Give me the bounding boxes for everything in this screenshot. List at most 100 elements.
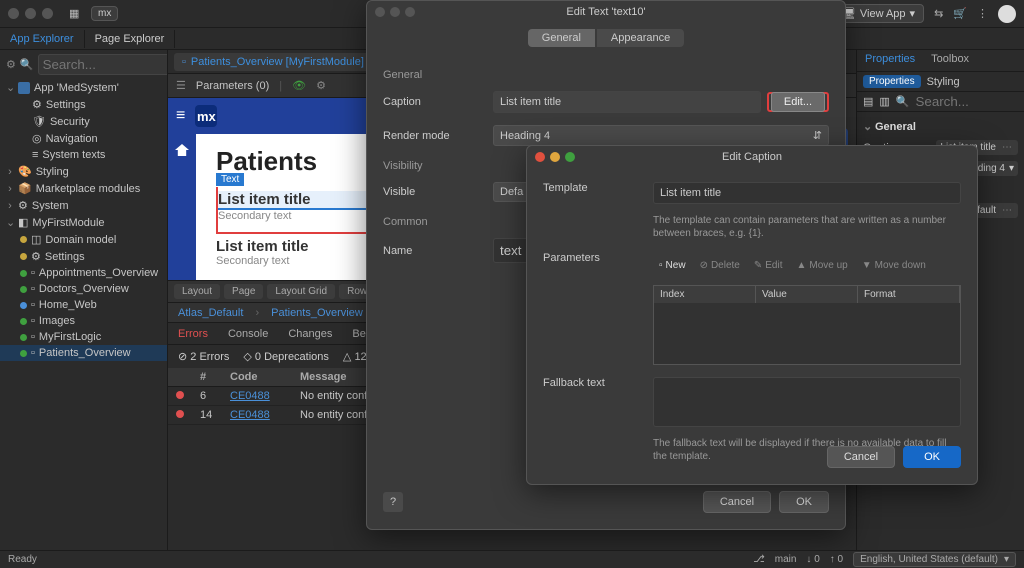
tree-systexts[interactable]: ≡System texts	[0, 147, 167, 163]
tree-marketplace[interactable]: ›📦Marketplace modules	[0, 180, 167, 197]
search-icon: 🔍	[896, 95, 910, 108]
chevron-down-icon: ▾	[1004, 554, 1009, 565]
help-button[interactable]: ?	[383, 492, 403, 512]
fallback-input[interactable]	[653, 377, 961, 427]
tree-settings[interactable]: ⚙Settings	[0, 96, 167, 113]
label-render: Render mode	[383, 130, 493, 142]
package-icon: 📦	[18, 182, 32, 195]
tree-appointments[interactable]: ▫Appointments_Overview	[0, 265, 167, 281]
more-icon[interactable]: ⋮	[977, 7, 988, 20]
link-atlas[interactable]: Atlas_Default	[178, 307, 243, 319]
label-parameters: Parameters	[543, 252, 653, 264]
render-mode-select[interactable]: Heading 4⇵	[493, 125, 829, 146]
cart-icon[interactable]: 🛒	[953, 7, 967, 20]
down-count: ↓ 0	[806, 554, 819, 565]
window-traffic[interactable]	[8, 8, 53, 19]
palette-icon: 🎨	[18, 165, 32, 178]
template-help: The template can contain parameters that…	[653, 214, 961, 240]
tree-domain[interactable]: ◫Domain model	[0, 231, 167, 248]
tab-app-explorer[interactable]: App Explorer	[0, 30, 85, 48]
subtab-properties[interactable]: Properties	[863, 75, 921, 88]
tree-root[interactable]: ⌄App 'MedSystem'	[0, 79, 167, 96]
link-icon[interactable]: ⇆	[934, 7, 943, 20]
ok-button[interactable]: OK	[779, 491, 829, 513]
page-icon: ▫	[31, 267, 35, 279]
params-table[interactable]: IndexValueFormat	[653, 285, 961, 365]
params-icon: ☰	[176, 79, 186, 92]
tree-logic[interactable]: ▫MyFirstLogic	[0, 329, 167, 345]
errors-count[interactable]: ⊘ 2 Errors	[178, 350, 229, 363]
tab-appearance[interactable]: Appearance	[597, 29, 684, 47]
tree-patients[interactable]: ▫Patients_Overview	[0, 345, 167, 361]
tree-mymodule[interactable]: ⌄◧MyFirstModule	[0, 214, 167, 231]
collapse-icon[interactable]: ▥	[879, 95, 889, 108]
expand-icon[interactable]: ▤	[863, 95, 873, 108]
explorer-panel: ⚙ 🔍 ⌄App 'MedSystem' ⚙Settings 🛡Security…	[0, 50, 168, 550]
param-edit[interactable]: ✎ Edit	[748, 258, 789, 273]
bc-layout[interactable]: Layout	[174, 284, 220, 299]
tree-security[interactable]: 🛡Security	[0, 113, 167, 130]
tab-errors[interactable]: Errors	[168, 325, 218, 343]
deprecations-count[interactable]: ◇ 0 Deprecations	[243, 350, 329, 363]
param-new[interactable]: ▫ New	[653, 258, 692, 273]
tab-changes[interactable]: Changes	[278, 325, 342, 343]
text-icon: ≡	[32, 149, 38, 161]
tree-navigation[interactable]: ◎Navigation	[0, 130, 167, 147]
bc-grid[interactable]: Layout Grid	[267, 284, 335, 299]
param-down[interactable]: ▼ Move down	[856, 258, 932, 273]
module-icon: ◧	[18, 216, 28, 229]
avatar[interactable]	[998, 5, 1016, 23]
status-bar: Ready ⎇ main ↓ 0 ↑ 0 English, United Sta…	[0, 550, 1024, 568]
template-input[interactable]: List item title	[653, 182, 961, 204]
subtab-styling[interactable]: Styling	[927, 76, 960, 88]
tab-general[interactable]: General	[528, 29, 595, 47]
search-icon: 🔍	[20, 58, 34, 71]
param-up[interactable]: ▲ Move up	[790, 258, 853, 273]
mx-badge: mx	[91, 6, 118, 21]
page-icon: ▫	[31, 283, 35, 295]
dialog-title: Edit Caption	[722, 151, 782, 163]
parameters-label[interactable]: Parameters (0)	[196, 80, 269, 92]
tab-properties[interactable]: Properties	[857, 50, 923, 71]
logo: mx	[195, 105, 217, 127]
branch-icon: ⎇	[753, 554, 765, 565]
edit-caption-button[interactable]: Edit...	[771, 92, 825, 112]
filter-icon[interactable]: ⚙	[6, 58, 16, 71]
tree-home[interactable]: ▫Home_Web	[0, 297, 167, 313]
page-icon: ▫	[31, 347, 35, 359]
view-app-button[interactable]: 🖥 View App ▾	[833, 4, 924, 23]
eye-icon[interactable]: 👁	[292, 79, 306, 92]
home-icon[interactable]	[175, 144, 189, 156]
branch-name[interactable]: main	[775, 554, 797, 565]
grid-icon[interactable]: ▦	[69, 7, 83, 21]
settings-icon[interactable]: ⚙	[316, 79, 326, 92]
chevron-down-icon: ▾	[1009, 163, 1014, 174]
ok-button[interactable]: OK	[903, 446, 961, 468]
cancel-button[interactable]: Cancel	[703, 491, 771, 513]
label-visible: Visible	[383, 186, 493, 198]
tab-toolbox[interactable]: Toolbox	[923, 50, 977, 71]
caption-display: List item title	[493, 91, 761, 113]
tab-page-explorer[interactable]: Page Explorer	[85, 30, 176, 48]
page-icon: ▫	[182, 56, 186, 68]
label-name: Name	[383, 245, 493, 257]
language-select[interactable]: English, United States (default)▾	[853, 552, 1016, 567]
cancel-button[interactable]: Cancel	[827, 446, 895, 468]
prop-search[interactable]	[916, 94, 1024, 109]
chevron-down-icon: ⇵	[813, 129, 822, 142]
param-delete[interactable]: ⊘ Delete	[694, 258, 746, 273]
tab-console[interactable]: Console	[218, 325, 278, 343]
hamburger-icon[interactable]: ≡	[176, 107, 185, 125]
explorer-search[interactable]	[38, 54, 168, 75]
tree-system[interactable]: ›⚙System	[0, 197, 167, 214]
flow-icon: ▫	[31, 331, 35, 343]
link-patients[interactable]: Patients_Overview	[271, 307, 363, 319]
status-ready: Ready	[8, 554, 37, 565]
tree-doctors[interactable]: ▫Doctors_Overview	[0, 281, 167, 297]
bc-page[interactable]: Page	[224, 284, 263, 299]
up-count: ↑ 0	[830, 554, 843, 565]
tree-modsettings[interactable]: ⚙Settings	[0, 248, 167, 265]
tree-images[interactable]: ▫Images	[0, 313, 167, 329]
label-caption: Caption	[383, 96, 493, 108]
tree-styling[interactable]: ›🎨Styling	[0, 163, 167, 180]
